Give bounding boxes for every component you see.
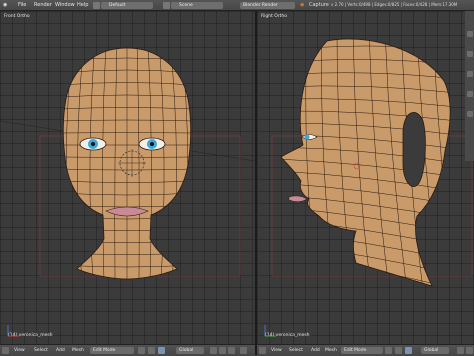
edge-select-icon[interactable] [219,347,226,354]
front-head-mesh[interactable] [0,11,255,344]
mode-select[interactable]: Edit Mode [341,347,383,354]
tool-icon[interactable] [466,31,473,37]
ear-hole [402,112,426,188]
menu-mesh[interactable]: Mesh [325,345,337,356]
tool-icon[interactable] [466,111,473,117]
tool-icon[interactable] [466,51,473,57]
menu-select[interactable]: Select [34,345,48,356]
layout-field[interactable]: Default [101,1,153,9]
screen-layout-icon[interactable] [93,1,100,9]
side-lips [288,195,308,202]
shading-icon[interactable] [138,347,145,354]
face-select-icon[interactable] [228,347,235,354]
viewport-header-left: View Select Add Mesh Edit Mode Global [0,344,255,356]
right-tool-shelf [465,11,474,161]
vertex-select-icon[interactable] [210,347,217,354]
editor-type-icon[interactable] [259,347,266,354]
blender-info-icon: ◉ [300,2,305,8]
capture-label: Capture [309,2,329,8]
vertex-select-icon[interactable] [457,347,464,354]
orientation-select[interactable]: Global [176,347,204,354]
edge-select-icon[interactable] [466,347,473,354]
viewport-right[interactable]: Right Ortho (14) veronica_mesh [257,11,474,344]
menu-help[interactable]: Help [77,0,88,10]
side-head-mesh[interactable] [257,11,474,344]
axis-gizmo-icon [264,325,276,337]
shading-icon[interactable] [385,347,392,354]
menu-window[interactable]: Window [55,0,75,10]
blender-logo-icon[interactable]: ◉ [3,0,7,10]
menu-view[interactable]: View [271,345,282,356]
menu-render[interactable]: Render [34,0,52,10]
menu-view[interactable]: View [14,345,25,356]
manipulator-icon[interactable] [158,347,165,354]
menu-add[interactable]: Add [311,345,320,356]
render-engine-select[interactable]: Blender Render [240,1,295,9]
editor-type-icon[interactable] [2,347,9,354]
menu-select[interactable]: Select [289,345,303,356]
tool-icon[interactable] [466,71,473,77]
top-menu-bar: ◉ File Render Window Help Default Scene … [0,0,474,11]
orientation-select[interactable]: Global [421,347,449,354]
right-eye [138,137,166,151]
viewport-header-right: View Select Add Mesh Edit Mode Global [257,344,474,356]
menu-mesh[interactable]: Mesh [72,345,84,356]
pivot-icon[interactable] [395,347,402,354]
scene-stats: v 2.70 | Verts:0/498 | Edges:0/825 | Fac… [331,2,458,7]
scene-field[interactable]: Scene [171,1,223,9]
axis-gizmo-icon [7,325,19,337]
viewport-front[interactable]: Front Ortho (14) veronica_mesh [0,11,255,344]
pivot-icon[interactable] [148,347,155,354]
menu-add[interactable]: Add [56,345,65,356]
snap-icon[interactable] [240,347,247,354]
manipulator-icon[interactable] [405,347,412,354]
tool-icon[interactable] [466,91,473,97]
scene-icon[interactable] [163,1,170,9]
mode-select[interactable]: Edit Mode [90,347,134,354]
menu-file[interactable]: File [18,0,26,10]
left-eye [79,137,107,151]
